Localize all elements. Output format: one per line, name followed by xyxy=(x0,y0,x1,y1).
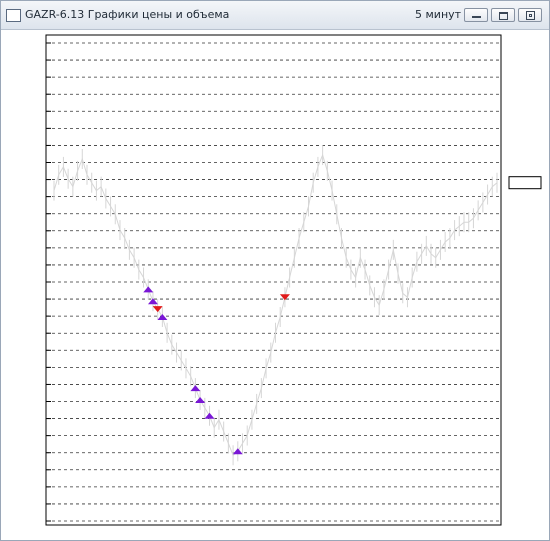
minimize-icon xyxy=(472,16,481,18)
close-icon xyxy=(526,11,535,20)
title-bar[interactable]: GAZR-6.13 Графики цены и объема 5 минут xyxy=(1,1,549,30)
price-chart xyxy=(45,34,542,526)
minimize-button[interactable] xyxy=(464,8,488,22)
maximize-button[interactable] xyxy=(491,8,515,22)
close-button[interactable] xyxy=(518,8,542,22)
window-title: GAZR-6.13 Графики цены и объема xyxy=(25,8,230,21)
current-price-box xyxy=(508,176,542,190)
chart-window: GAZR-6.13 Графики цены и объема 5 минут xyxy=(0,0,550,541)
timeframe-label: 5 минут xyxy=(415,8,462,21)
plot-frame xyxy=(45,34,502,526)
maximize-icon xyxy=(499,12,508,20)
chart-window-icon xyxy=(6,9,21,22)
chart-area xyxy=(1,30,549,540)
